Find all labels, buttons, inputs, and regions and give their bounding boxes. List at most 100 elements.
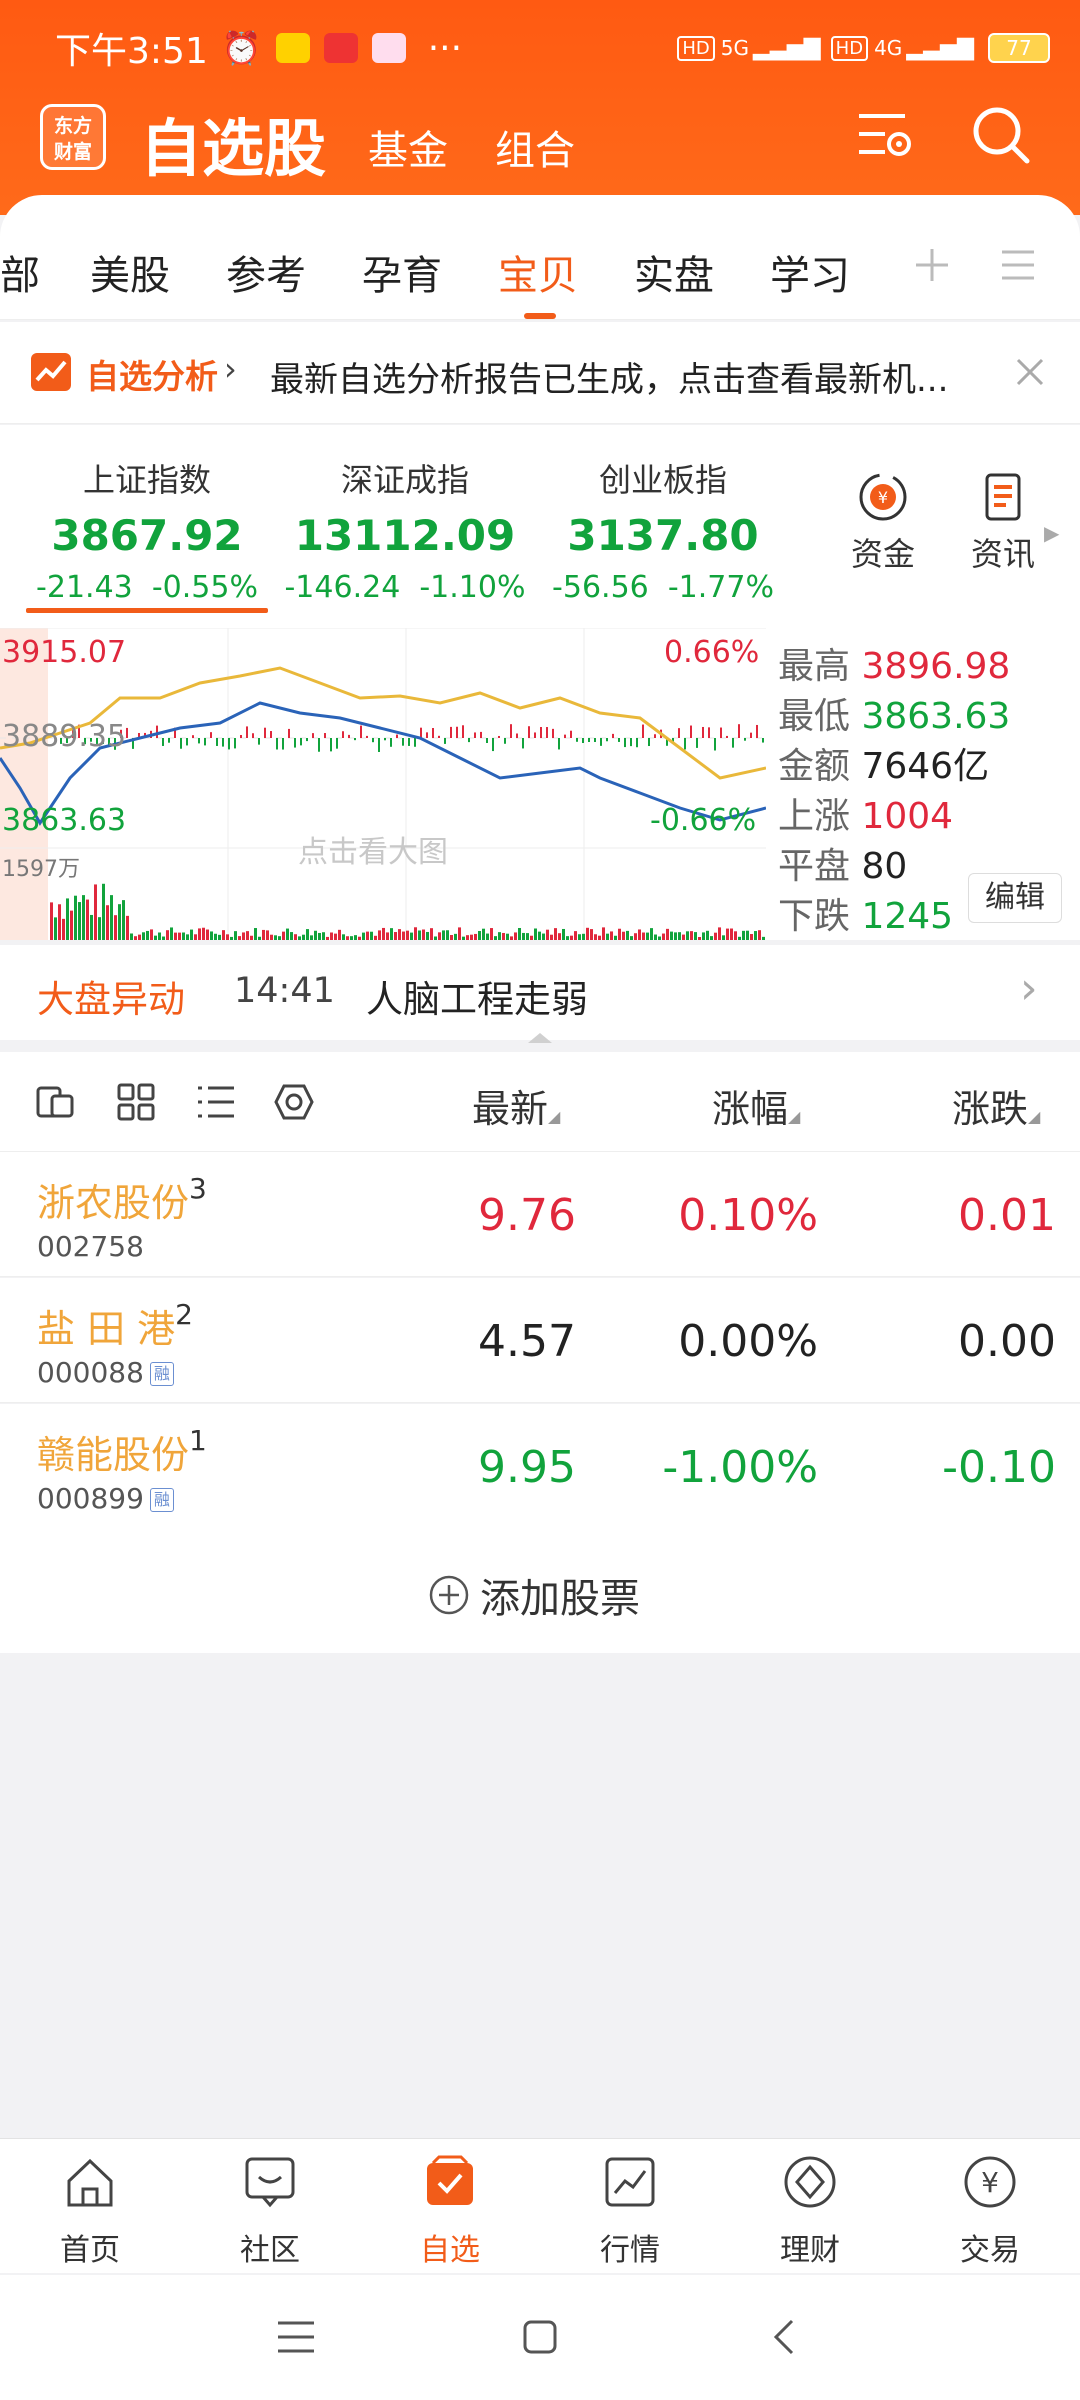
volume-bar xyxy=(554,928,557,940)
tab-study[interactable]: 学习 xyxy=(770,243,850,301)
hd-icon-2: HD xyxy=(830,35,869,61)
analysis-banner[interactable]: 自选分析 › 最新自选分析报告已生成，点击查看最新机... xyxy=(0,322,1080,424)
breadth-tick xyxy=(468,738,470,743)
status-bar: 下午3:51 ⏰ ··· HD 5G ▂▃▅▇ HD 4G ▂▃▅▇ 77 xyxy=(55,24,1050,72)
volume-bar xyxy=(282,931,285,940)
sort-latest[interactable]: 最新◢ xyxy=(472,1078,560,1133)
nav-wealth[interactable]: 理财 xyxy=(750,2153,870,2269)
add-group-icon[interactable] xyxy=(914,247,950,283)
switch-view-icon[interactable] xyxy=(36,1084,76,1120)
volume-bar xyxy=(646,932,649,940)
search-icon[interactable] xyxy=(970,104,1032,166)
sort-change-pct[interactable]: 涨幅◢ xyxy=(712,1078,800,1133)
volume-bar xyxy=(454,933,457,940)
app-logo[interactable]: 东方 财富 xyxy=(40,104,106,170)
collapse-arrow-icon[interactable] xyxy=(526,1030,554,1044)
nav-home[interactable]: 首页 xyxy=(30,2153,150,2269)
market-alert[interactable]: 大盘异动 14:41 人脑工程走弱 › xyxy=(0,945,1080,1040)
volume-bar xyxy=(138,934,141,940)
breadth-tick xyxy=(600,738,602,746)
add-stock-button[interactable]: 添加股票 xyxy=(0,1528,1080,1653)
volume-bar xyxy=(530,935,533,940)
signal-5g-icon: 5G xyxy=(720,36,749,60)
breadth-tick xyxy=(438,735,440,738)
watchlist-icon xyxy=(427,2155,473,2205)
volume-bar xyxy=(314,930,317,940)
breadth-tick xyxy=(168,738,170,743)
volume-bar xyxy=(742,930,745,940)
volume-bar xyxy=(266,930,269,940)
nav-trade[interactable]: ¥ 交易 xyxy=(930,2153,1050,2269)
target-icon[interactable] xyxy=(274,1082,314,1122)
volume-bar xyxy=(478,931,481,940)
recent-apps-icon[interactable] xyxy=(276,2319,316,2355)
stat-low: 最低 3863.63 xyxy=(778,696,1011,737)
edit-button[interactable]: 编辑 xyxy=(968,873,1062,923)
volume-bar xyxy=(210,931,213,940)
tab-us[interactable]: 美股 xyxy=(90,243,170,301)
signal-4g-icon: 4G xyxy=(874,36,903,60)
volume-bar xyxy=(290,932,293,940)
tab-yunyu[interactable]: 孕育 xyxy=(362,243,442,301)
index-cyb[interactable]: 创业板指 3137.80 -56.56 -1.77% xyxy=(538,455,788,605)
nav-portfolio[interactable]: 组合 xyxy=(495,118,575,176)
breadth-tick xyxy=(264,727,266,738)
news-button[interactable]: 资讯 xyxy=(966,469,1040,575)
battery-icon: 77 xyxy=(988,33,1050,63)
breadth-tick xyxy=(414,738,416,747)
breadth-tick xyxy=(276,738,278,750)
breadth-tick xyxy=(762,738,764,743)
stock-change-pct: -1.00% xyxy=(662,1442,818,1493)
volume-bar xyxy=(762,936,765,940)
signal-bars-icon: ▂▃▅▇ xyxy=(752,35,821,61)
menu-icon[interactable] xyxy=(1000,249,1036,281)
settings-list-icon[interactable] xyxy=(855,108,917,164)
volume-bar xyxy=(338,929,341,940)
nav-watchlist[interactable]: 自选 xyxy=(390,2153,510,2269)
stat-down: 下跌 1245 xyxy=(778,896,954,937)
stock-row[interactable]: 盐 田 港2 000088 融 4.57 0.00% 0.00 xyxy=(0,1278,1080,1403)
volume-bar xyxy=(490,928,493,940)
volume-bar xyxy=(502,932,505,940)
home-button-icon[interactable] xyxy=(522,2319,558,2355)
volume-bar xyxy=(190,929,193,940)
close-icon[interactable] xyxy=(1016,358,1044,386)
breadth-tick xyxy=(390,738,392,747)
tab-reference[interactable]: 参考 xyxy=(226,243,306,301)
volume-bar xyxy=(62,918,65,940)
volume-bar xyxy=(82,895,85,940)
breadth-tick xyxy=(582,738,584,744)
grid-view-icon[interactable] xyxy=(116,1082,156,1122)
volume-bar xyxy=(70,910,73,940)
page-title: 自选股 xyxy=(140,112,327,185)
nav-market[interactable]: 行情 xyxy=(570,2153,690,2269)
breadth-tick xyxy=(576,738,578,742)
sort-change[interactable]: 涨跌◢ xyxy=(952,1078,1040,1133)
stock-row[interactable]: 浙农股份3 002758 9.76 0.10% 0.01 xyxy=(0,1152,1080,1277)
volume-bar xyxy=(630,936,633,940)
index-sh[interactable]: 上证指数 3867.92 -21.43 -0.55% xyxy=(22,455,272,605)
breadth-tick xyxy=(318,738,320,752)
index-sz[interactable]: 深证成指 13112.09 -146.24 -1.10% xyxy=(280,455,530,605)
funds-button[interactable]: ¥ 资金 xyxy=(846,469,920,575)
nav-funds[interactable]: 基金 xyxy=(368,118,448,176)
status-time: 下午3:51 xyxy=(55,31,208,72)
volume-bar xyxy=(698,936,701,940)
volume-bar xyxy=(330,932,333,940)
scroll-right-icon[interactable]: ▶ xyxy=(1044,521,1059,545)
tab-shipan[interactable]: 实盘 xyxy=(634,243,714,301)
breadth-tick xyxy=(246,726,248,738)
volume-bar xyxy=(286,928,289,940)
back-icon[interactable] xyxy=(770,2317,796,2357)
tab-baobei[interactable]: 宝贝 xyxy=(498,243,578,301)
tab-all[interactable]: 部 xyxy=(0,243,40,301)
market-chart[interactable]: 3915.07 3889.35 3863.63 1597万 0.66% -0.6… xyxy=(0,625,1080,940)
nav-community[interactable]: 社区 xyxy=(210,2153,330,2269)
signal-bars-icon-2: ▂▃▅▇ xyxy=(906,35,974,61)
chart-top-right: 0.66% xyxy=(664,635,760,670)
breadth-tick xyxy=(684,738,686,750)
volume-bar xyxy=(406,930,409,940)
breadth-tick xyxy=(258,738,260,745)
stock-row[interactable]: 赣能股份1 000899 融 9.95 -1.00% -0.10 xyxy=(0,1404,1080,1529)
list-view-icon[interactable] xyxy=(196,1084,236,1120)
